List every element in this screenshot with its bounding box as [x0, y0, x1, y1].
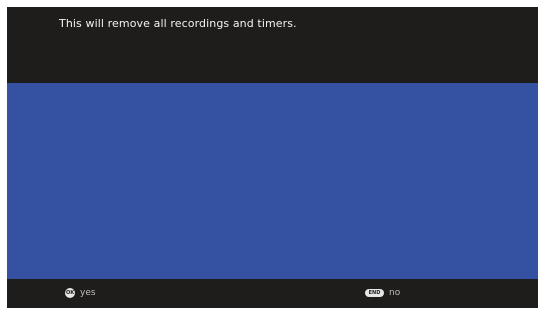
action-bar: OK yes END no: [7, 279, 538, 308]
message-panel: This will remove all recordings and time…: [7, 7, 538, 83]
no-label: no: [389, 288, 401, 298]
dialog-message: This will remove all recordings and time…: [59, 17, 297, 30]
yes-button[interactable]: OK yes: [65, 288, 96, 298]
ok-key-icon: OK: [65, 288, 75, 298]
content-area: [7, 83, 538, 279]
yes-label: yes: [80, 288, 96, 298]
end-key-icon: END: [365, 289, 384, 297]
tv-screen: This will remove all recordings and time…: [7, 7, 538, 308]
no-button[interactable]: END no: [365, 288, 400, 298]
